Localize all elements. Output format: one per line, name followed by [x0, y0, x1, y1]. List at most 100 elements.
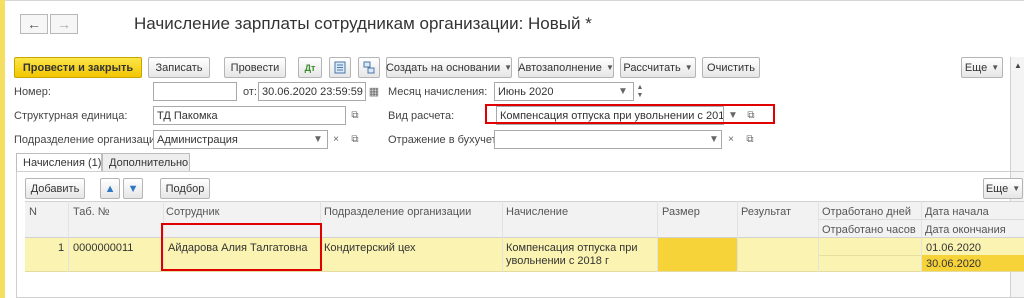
col-header-result-label: Результат [741, 206, 792, 218]
tab-accruals[interactable]: Начисления (1) [16, 153, 102, 172]
calculate-label: Рассчитать [623, 61, 681, 74]
accounting-dropdown-button[interactable]: ▼ [706, 131, 722, 148]
move-up-button[interactable]: ▲ [100, 178, 120, 199]
table-more-label: Еще [985, 182, 1009, 195]
more-label: Еще [964, 61, 988, 74]
department-field[interactable]: Администрация [153, 130, 328, 149]
col-header-hours-label: Отработано часов [822, 224, 916, 236]
col-header-employee-label: Сотрудник [166, 206, 220, 218]
caret-down-icon: ▼ [709, 134, 719, 145]
month-label: Месяц начисления: [388, 86, 488, 98]
post-and-close-button[interactable]: Провести и закрыть [14, 57, 142, 78]
col-divider [737, 201, 738, 272]
row-start-date: 01.06.2020 [926, 242, 982, 254]
tab-additional[interactable]: Дополнительно [102, 153, 190, 171]
select-button[interactable]: Подбор [160, 178, 210, 199]
structure-button[interactable] [358, 57, 380, 78]
autofill-button[interactable]: Автозаполнение ▼ [518, 57, 614, 78]
row-accrual: Компенсация отпуска при увольнении с 201… [506, 242, 638, 267]
col-header-end-date-label: Дата окончания [925, 224, 1006, 236]
structure-icon [363, 61, 375, 74]
move-down-button[interactable]: ▼ [123, 178, 143, 199]
unit-open-button[interactable]: ⧉ [347, 106, 363, 125]
col-header-department-label: Подразделение организации [324, 206, 472, 218]
employee-highlight [161, 223, 322, 271]
arrow-up-icon: ▲ [104, 182, 116, 195]
row-end-date: 30.06.2020 [926, 258, 982, 270]
save-button[interactable]: Записать [148, 57, 210, 78]
dt-kt-icon: Дт [304, 62, 316, 73]
top-divider [5, 0, 1024, 1]
row-department: Кондитерский цех [324, 242, 416, 254]
post-button[interactable]: Провести [224, 57, 286, 78]
calculate-button[interactable]: Рассчитать ▼ [620, 57, 696, 78]
journal-dt-kt-button[interactable]: Дт [298, 57, 322, 78]
more-button[interactable]: Еще ▼ [961, 57, 1003, 78]
col-divider [502, 201, 503, 272]
create-based-on-button[interactable]: Создать на основании ▼ [386, 57, 512, 78]
calendar-button[interactable]: ▦ [366, 82, 382, 101]
number-field[interactable] [153, 82, 237, 101]
close-icon: × [728, 134, 734, 145]
page-title: Начисление зарплаты сотрудникам организа… [134, 14, 592, 33]
department-clear-button[interactable]: × [329, 130, 343, 149]
calendar-icon: ▦ [368, 86, 380, 98]
col-divider [68, 201, 69, 272]
caret-down-icon: ▼ [618, 86, 628, 97]
month-field[interactable]: Июнь 2020 [494, 82, 634, 101]
col-header-tab-no-label: Таб. № [73, 206, 110, 218]
arrow-down-icon: ▼ [127, 182, 139, 195]
calc-type-highlight [485, 104, 775, 124]
create-based-on-label: Создать на основании [385, 61, 501, 74]
arrow-right-icon: → [57, 16, 71, 32]
caret-down-icon: ▼ [1012, 184, 1021, 193]
document-list-button[interactable] [329, 57, 351, 78]
month-spinner[interactable]: ▲ ▼ [634, 82, 646, 101]
col-header-accrual-label: Начисление [506, 206, 569, 218]
date-label: от: [243, 86, 257, 98]
open-icon: ⧉ [351, 134, 359, 145]
caret-down-icon: ▼ [313, 134, 323, 145]
clear-button[interactable]: Очистить [702, 57, 760, 78]
calc-type-label: Вид расчета: [388, 110, 455, 122]
amount-cell-active[interactable] [658, 238, 738, 271]
month-dropdown-button[interactable]: ▼ [614, 83, 632, 100]
col-header-n-label: N [29, 206, 37, 218]
department-open-button[interactable]: ⧉ [347, 130, 363, 149]
row-tab-no: 0000000011 [73, 242, 134, 254]
autofill-label: Автозаполнение [518, 61, 602, 74]
unit-field[interactable]: ТД Пакомка [153, 106, 346, 125]
row-n: 1 [58, 242, 65, 254]
col-header-amount-label: Размер [662, 206, 700, 218]
spin-down-icon: ▼ [636, 91, 644, 99]
open-icon: ⧉ [746, 134, 754, 145]
department-dropdown-button[interactable]: ▼ [310, 131, 326, 148]
caret-down-icon: ▼ [504, 63, 513, 72]
department-label: Подразделение организации: [14, 134, 165, 146]
accounting-field[interactable] [494, 130, 722, 149]
back-button[interactable]: ← [20, 14, 48, 34]
triangle-up-icon: ▲ [1014, 61, 1022, 70]
col-divider [921, 201, 922, 272]
accounting-open-button[interactable]: ⧉ [742, 130, 758, 149]
date-field[interactable]: 30.06.2020 23:59:59 [258, 82, 366, 101]
unit-label: Структурная единица: [14, 110, 128, 122]
forward-button[interactable]: → [50, 14, 78, 34]
caret-down-icon: ▼ [684, 63, 693, 72]
open-icon: ⧉ [351, 110, 359, 121]
col-header-days-label: Отработано дней [822, 206, 912, 218]
accounting-clear-button[interactable]: × [724, 130, 738, 149]
left-accent-bar [0, 0, 5, 298]
table-more-button[interactable]: Еще ▼ [983, 178, 1023, 199]
col-divider [657, 201, 658, 272]
col-divider [818, 201, 819, 272]
col-header-start-date-label: Дата начала [925, 206, 989, 218]
number-label: Номер: [14, 86, 51, 98]
accounting-label: Отражение в бухучете: [388, 134, 506, 146]
add-button[interactable]: Добавить [25, 178, 85, 199]
list-icon [334, 61, 346, 74]
arrow-left-icon: ← [27, 16, 41, 32]
caret-down-icon: ▼ [991, 63, 1000, 72]
close-icon: × [333, 134, 339, 145]
spin-up-icon: ▲ [636, 83, 644, 91]
